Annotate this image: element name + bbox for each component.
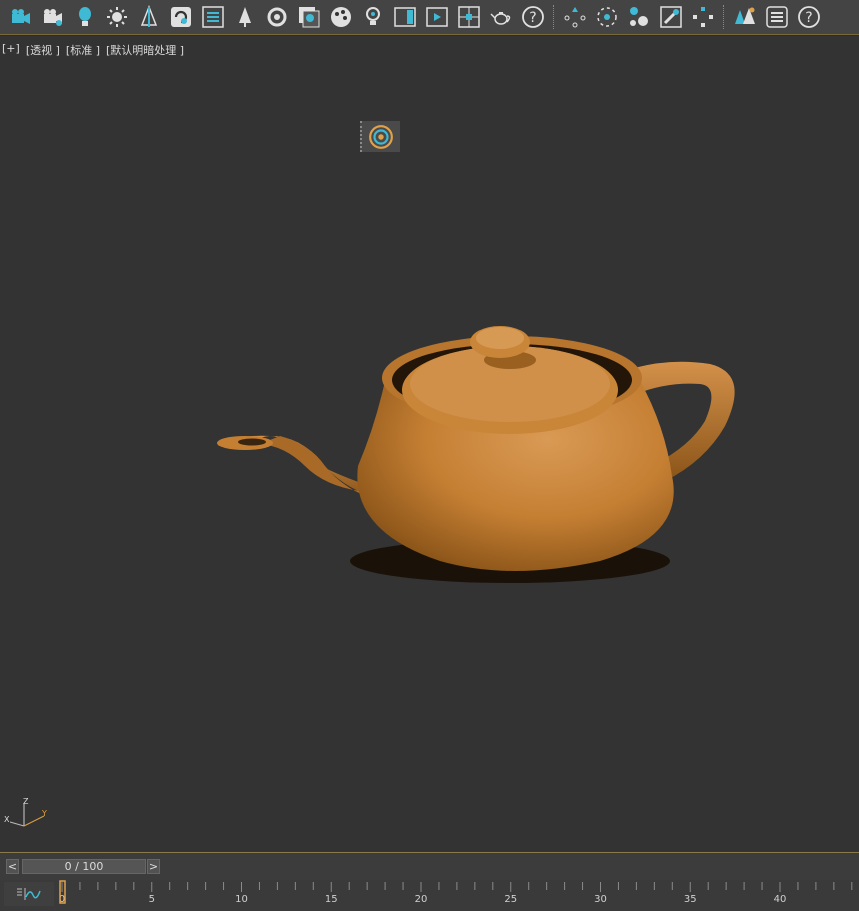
sun-light-icon[interactable]	[104, 4, 130, 30]
teapot-icon[interactable]	[488, 4, 514, 30]
toolbar-separator	[553, 5, 556, 29]
frame-label: 20	[415, 894, 428, 905]
points-icon[interactable]	[562, 4, 588, 30]
render-frame-icon[interactable]	[424, 4, 450, 30]
teapot-model[interactable]	[210, 286, 740, 586]
dotted-circle-icon[interactable]	[594, 4, 620, 30]
next-frame-button[interactable]: >	[147, 859, 160, 874]
spin-icon[interactable]	[264, 4, 290, 30]
viewport-menu-label[interactable]: [+]	[2, 42, 20, 58]
viewport-view-label[interactable]: [透视 ]	[26, 42, 60, 58]
paint-icon[interactable]	[658, 4, 684, 30]
transform-icon[interactable]	[690, 4, 716, 30]
help-icon[interactable]: ?	[796, 4, 822, 30]
bulb-icon[interactable]	[360, 4, 386, 30]
viewport-labels: [+] [透视 ] [标准 ] [默认明暗处理 ]	[2, 42, 184, 58]
move-objects-icon[interactable]	[626, 4, 652, 30]
curve-editor-icon	[17, 888, 41, 900]
curve-editor-button[interactable]	[4, 882, 54, 906]
viewport-icon[interactable]	[456, 4, 482, 30]
axis-z-label: Z	[23, 797, 29, 806]
refresh-icon[interactable]	[168, 4, 194, 30]
axis-gizmo: Z X Y	[4, 797, 47, 827]
svg-text:?: ?	[805, 10, 812, 26]
axis-x-label: X	[4, 815, 10, 824]
time-slider-bar: < 0 / 100 >	[0, 852, 859, 880]
panel-icon[interactable]	[392, 4, 418, 30]
svg-text:?: ?	[529, 10, 536, 26]
layers-icon[interactable]	[296, 4, 322, 30]
toolbar-separator	[723, 5, 726, 29]
main-toolbar: ? ?	[0, 0, 859, 35]
foliage-icon[interactable]	[232, 4, 258, 30]
frame-label: 40	[774, 894, 787, 905]
palette-icon[interactable]	[328, 4, 354, 30]
viewport-shading-label[interactable]: [默认明暗处理 ]	[106, 42, 184, 58]
light-icon[interactable]	[72, 4, 98, 30]
track-bar: 0 5 10 15 20 25 30 35 40	[0, 880, 859, 911]
time-slider[interactable]: 0 / 100	[22, 859, 146, 874]
orbit-target-icon[interactable]	[368, 124, 394, 150]
menu-icon[interactable]	[764, 4, 790, 30]
frame-label: 30	[594, 894, 607, 905]
frame-label: 5	[149, 894, 155, 905]
floating-toolbar[interactable]	[360, 121, 400, 152]
tree-icon[interactable]	[136, 4, 162, 30]
frame-label: 35	[684, 894, 697, 905]
frame-label: 15	[325, 894, 338, 905]
viewport-mode-label[interactable]: [标准 ]	[66, 42, 100, 58]
previous-frame-button[interactable]: <	[6, 859, 19, 874]
trees-icon[interactable]	[732, 4, 758, 30]
list-icon[interactable]	[200, 4, 226, 30]
frame-label: 25	[504, 894, 517, 905]
camera-target-icon[interactable]	[40, 4, 66, 30]
camera-icon[interactable]	[8, 4, 34, 30]
help-icon[interactable]: ?	[520, 4, 546, 30]
frame-label: 10	[235, 894, 248, 905]
frame-ruler[interactable]: 0 5 10 15 20 25 30 35 40	[56, 880, 859, 911]
axis-y-label: Y	[41, 809, 47, 818]
perspective-viewport[interactable]: [+] [透视 ] [标准 ] [默认明暗处理 ] Z X Y	[0, 36, 859, 852]
